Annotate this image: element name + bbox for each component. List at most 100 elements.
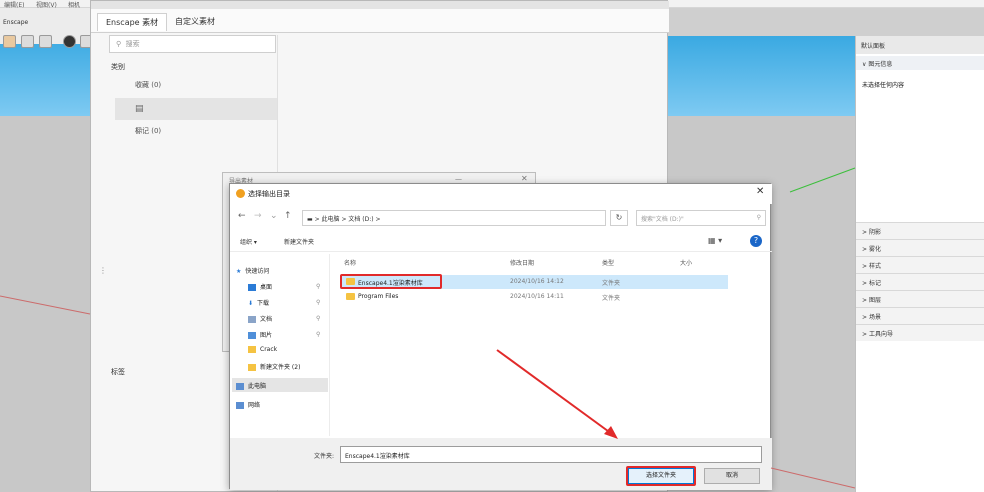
help-icon[interactable]: ? [750, 235, 762, 247]
dialog-title: 选择输出目录 [248, 190, 290, 198]
nav-label: 图片 [260, 332, 273, 339]
close-icon[interactable]: ✕ [756, 186, 764, 197]
splitter-handle[interactable]: ⋮ [99, 266, 107, 275]
folder-name-field[interactable]: Enscape4.1渲染素材库 [340, 446, 762, 463]
column-type[interactable]: 类型 [602, 258, 614, 267]
nav-this-pc[interactable]: 此电脑 [232, 378, 328, 392]
nav-label: 网络 [248, 402, 261, 409]
file-date: 2024/10/16 14:12 [510, 278, 564, 285]
nav-label: 此电脑 [248, 383, 267, 390]
search-placeholder: 搜索"文档 (D:)" [641, 216, 684, 223]
nav-documents[interactable]: 文档 [248, 314, 272, 323]
folder-icon [248, 364, 256, 371]
column-size[interactable]: 大小 [680, 258, 692, 267]
nav-label: 快速访问 [245, 268, 270, 275]
pin-icon: ⚲ [316, 331, 321, 338]
search-placeholder: 搜索 [125, 40, 140, 48]
render-icon[interactable] [63, 35, 76, 48]
cancel-button[interactable]: 取消 [704, 468, 760, 484]
up-arrow-icon[interactable]: ↑ [284, 211, 292, 221]
tray-item-label: 标记 [868, 280, 881, 287]
tray-item-label: 工具向导 [868, 331, 893, 338]
file-date: 2024/10/16 14:11 [510, 293, 564, 300]
back-arrow-icon[interactable]: ← [238, 211, 246, 221]
pin-icon: ⚲ [316, 283, 321, 290]
material-icon[interactable] [21, 35, 34, 48]
search-icon: ⚲ [756, 214, 761, 221]
star-icon: ★ [236, 268, 242, 275]
tab-enscape-materials[interactable]: Enscape 素材 [97, 13, 168, 31]
nav-desktop[interactable]: 桌面 [248, 282, 272, 291]
highlight-box-folder [340, 274, 442, 289]
tray-item-instructor[interactable]: > 工具向导 [856, 324, 984, 341]
address-bar[interactable]: ▬ > 此电脑 > 文档 (D:) > [302, 210, 606, 226]
nav-downloads[interactable]: ⬇ 下载 [248, 298, 269, 307]
breadcrumb-docs[interactable]: 文档 (D:) [348, 216, 373, 223]
search-icon: ⚲ [116, 40, 122, 48]
tray-item-tags[interactable]: > 标记 [856, 273, 984, 290]
new-folder-button[interactable]: 新建文件夹 [284, 237, 314, 246]
link-icon[interactable] [39, 35, 52, 48]
file-row[interactable]: Program Files 2024/10/16 14:11 文件夹 [340, 290, 728, 304]
nav-label: 桌面 [260, 284, 273, 291]
forward-arrow-icon[interactable]: → [254, 211, 262, 221]
nav-network[interactable]: 网络 [236, 400, 260, 409]
file-type: 文件夹 [602, 295, 621, 302]
category-tagged[interactable]: ⚐ 标记 (0) [115, 121, 277, 143]
nav-crack[interactable]: Crack [248, 346, 277, 353]
tray-item-layers[interactable]: > 图层 [856, 290, 984, 307]
tray-item-label: 图层 [868, 297, 881, 304]
document-icon [248, 316, 256, 323]
entity-info-content: 未选择任何内容 [862, 82, 905, 89]
tray-item-fog[interactable]: > 雾化 [856, 239, 984, 256]
highlight-box-button [626, 466, 696, 486]
tray-item-styles[interactable]: > 样式 [856, 256, 984, 273]
drive-icon: ▬ [307, 216, 313, 223]
close-icon[interactable]: ✕ [521, 174, 528, 183]
dialog-footer: 文件夹: Enscape4.1渲染素材库 选择文件夹 取消 [230, 438, 772, 490]
enscape-logo-icon[interactable] [3, 35, 16, 48]
tags-label: 标签 [111, 368, 125, 376]
file-name: Program Files [358, 293, 399, 300]
list-icon: ▤ [135, 104, 144, 114]
material-tabs: Enscape 素材 自定义素材 [91, 9, 669, 33]
category-favorites[interactable]: ♡ 收藏 (0) [115, 75, 277, 97]
breadcrumb-this-pc[interactable]: 此电脑 [322, 216, 340, 223]
material-search-input[interactable]: ⚲ 搜索 [109, 35, 276, 53]
window-titlebar [91, 1, 669, 9]
organize-button[interactable]: 组织 ▾ [240, 237, 257, 246]
entity-info-header[interactable]: ∨ 图元信息 [856, 56, 984, 70]
minimize-icon[interactable]: — [455, 175, 462, 183]
computer-icon [236, 383, 244, 390]
folder-search-input[interactable]: 搜索"文档 (D:)" ⚲ [636, 210, 766, 226]
nav-label: 新建文件夹 (2) [260, 364, 301, 371]
recent-chevron-icon[interactable]: ⌄ [270, 211, 278, 221]
select-folder-dialog: 选择输出目录 ✕ ← → ⌄ ↑ ▬ > 此电脑 > 文档 (D:) > ↻ 搜… [229, 183, 772, 490]
nav-quick-access[interactable]: ★ 快速访问 [236, 266, 269, 275]
refresh-icon[interactable]: ↻ [610, 210, 628, 226]
picture-icon [248, 332, 256, 339]
folder-icon [346, 293, 355, 300]
tab-custom-materials[interactable]: 自定义素材 [167, 13, 223, 31]
pin-icon: ⚲ [316, 315, 321, 322]
entity-info-label: 图元信息 [868, 61, 893, 68]
tray-item-scenes[interactable]: > 场景 [856, 307, 984, 324]
tray-item-label: 雾化 [868, 246, 881, 253]
view-options-icon[interactable]: ▦ ▾ [708, 236, 722, 245]
heart-icon: ♡ [135, 81, 144, 91]
tray-item-shadows[interactable]: > 阴影 [856, 222, 984, 239]
default-tray: 默认面板 ∨ 图元信息 未选择任何内容 > 阴影 > 雾化 > 样式 > 标记 … [855, 36, 984, 492]
category-title: 类别 [111, 63, 125, 71]
enscape-toolbar: Enscape [0, 8, 93, 48]
network-icon [236, 402, 244, 409]
dialog-titlebar: 选择输出目录 ✕ [230, 184, 772, 204]
nav-pictures[interactable]: 图片 [248, 330, 272, 339]
tray-item-label: 场景 [868, 314, 881, 321]
column-name[interactable]: 名称 [344, 258, 356, 267]
column-date[interactable]: 修改日期 [510, 258, 534, 267]
category-selected[interactable]: ▤ [115, 98, 277, 120]
pin-icon: ⚲ [316, 299, 321, 306]
flag-icon: ⚐ [135, 127, 144, 137]
nav-new-folder-2[interactable]: 新建文件夹 (2) [248, 362, 300, 371]
navigation-bar: ← → ⌄ ↑ ▬ > 此电脑 > 文档 (D:) > ↻ 搜索"文档 (D:)… [230, 206, 772, 228]
